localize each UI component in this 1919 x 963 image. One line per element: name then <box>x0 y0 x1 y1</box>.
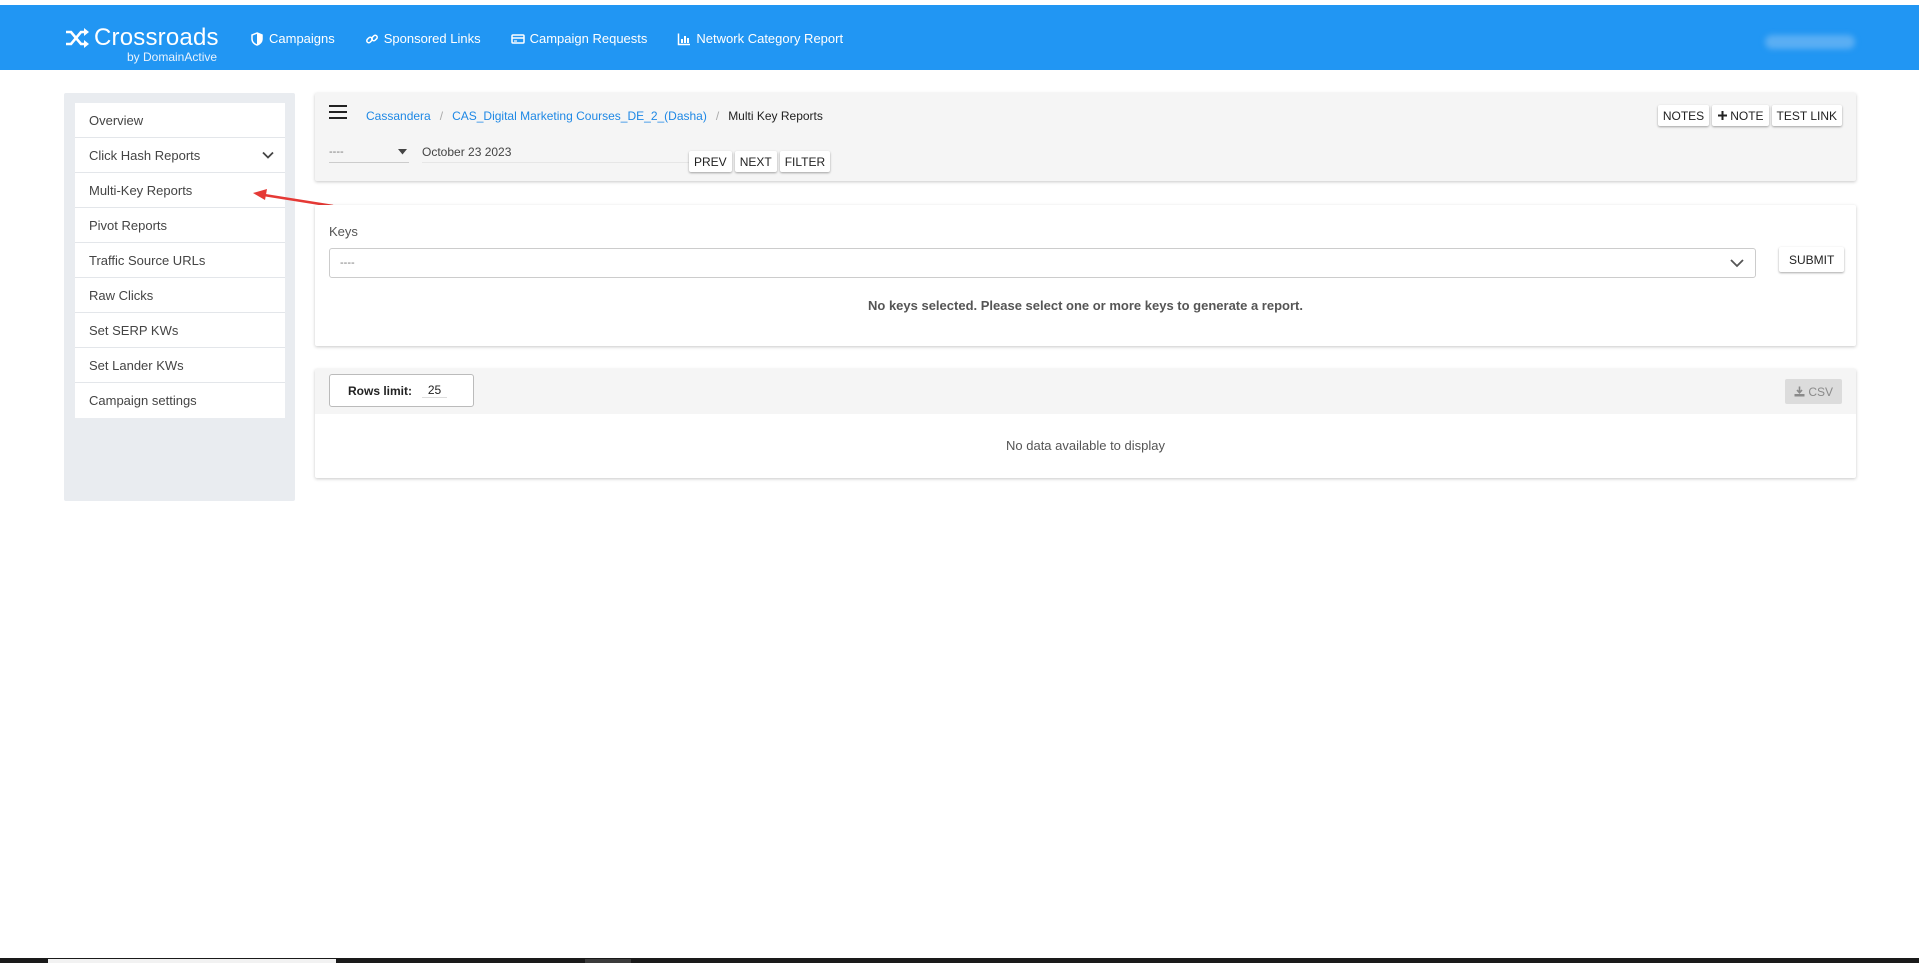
data-toolbar: Rows limit: 25 CSV <box>315 369 1856 414</box>
keys-label: Keys <box>329 224 358 239</box>
sidebar-item-set-serp-kws[interactable]: Set SERP KWs <box>75 313 285 348</box>
nav-campaign-requests-label: Campaign Requests <box>529 31 648 46</box>
rows-limit-control: Rows limit: 25 <box>329 374 474 407</box>
nav-campaigns[interactable]: Campaigns <box>250 31 335 46</box>
brand-logo[interactable]: Crossroads by DomainActive <box>64 24 219 64</box>
prev-button[interactable]: PREV <box>689 151 732 172</box>
sidebar-item-overview[interactable]: Overview <box>75 103 285 138</box>
breadcrumb: Cassandera / CAS_Digital Marketing Cours… <box>366 109 823 123</box>
chart-icon <box>678 33 691 45</box>
sidebar-item-click-hash-reports[interactable]: Click Hash Reports <box>75 138 285 173</box>
breadcrumb-separator: / <box>715 109 720 123</box>
breadcrumb-current-page: Multi Key Reports <box>728 109 823 123</box>
prev-button-label: PREV <box>694 154 727 169</box>
nav-network-category-report[interactable]: Network Category Report <box>677 31 843 46</box>
date-value: October 23 2023 <box>422 144 512 159</box>
sidebar-item-label: Set Lander KWs <box>89 357 184 373</box>
submit-button[interactable]: SUBMIT <box>1779 247 1845 272</box>
hamburger-menu-icon[interactable] <box>329 105 347 119</box>
date-navigation: PREV NEXT FILTER <box>686 151 831 172</box>
filter-select[interactable]: ---- <box>329 141 409 163</box>
notes-button[interactable]: NOTES <box>1657 105 1710 126</box>
report-header-card: Cassandera / CAS_Digital Marketing Cours… <box>315 93 1856 181</box>
breadcrumb-account-link[interactable]: Cassandera <box>366 109 431 123</box>
sidebar-item-label: Pivot Reports <box>89 217 168 233</box>
keys-select-value: ---- <box>340 257 355 269</box>
chevron-down-icon <box>262 151 274 159</box>
breadcrumb-campaign-link[interactable]: CAS_Digital Marketing Courses_DE_2_(Dash… <box>452 109 707 123</box>
plus-icon <box>1718 111 1728 120</box>
sidebar-item-label: Traffic Source URLs <box>89 252 206 268</box>
date-picker-field[interactable]: October 23 2023 <box>422 141 692 163</box>
sidebar-item-label: Click Hash Reports <box>89 147 201 163</box>
sidebar-item-traffic-source-urls[interactable]: Traffic Source URLs <box>75 243 285 278</box>
shuffle-icon <box>66 28 89 48</box>
add-note-button[interactable]: NOTE <box>1712 105 1769 126</box>
brand-subtitle: by DomainActive <box>127 50 218 64</box>
nav-campaign-requests[interactable]: Campaign Requests <box>510 31 648 46</box>
no-keys-message: No keys selected. Please select one or m… <box>868 298 1303 313</box>
filter-button[interactable]: FILTER <box>779 151 831 172</box>
header-actions: NOTES NOTE TEST LINK <box>1655 105 1842 126</box>
nav-campaigns-label: Campaigns <box>269 31 335 46</box>
download-icon <box>1794 386 1805 397</box>
user-menu[interactable] <box>1765 35 1855 49</box>
test-link-button-label: TEST LINK <box>1776 108 1837 123</box>
empty-data-message: No data available to display <box>1006 438 1165 453</box>
nav-sponsored-links[interactable]: Sponsored Links <box>365 31 481 46</box>
sidebar: Overview Click Hash Reports Multi-Key Re… <box>64 93 295 501</box>
nav-sponsored-links-label: Sponsored Links <box>383 31 481 46</box>
sidebar-item-set-lander-kws[interactable]: Set Lander KWs <box>75 348 285 383</box>
breadcrumb-separator: / <box>439 109 444 123</box>
taskbar-app-button[interactable] <box>585 959 631 963</box>
sidebar-item-label: Overview <box>89 112 144 128</box>
sidebar-menu: Overview Click Hash Reports Multi-Key Re… <box>75 103 285 418</box>
csv-export-button[interactable]: CSV <box>1785 379 1842 404</box>
test-link-button[interactable]: TEST LINK <box>1771 105 1842 126</box>
sidebar-item-label: Set SERP KWs <box>89 322 179 338</box>
next-button[interactable]: NEXT <box>734 151 777 172</box>
keys-card: Keys ---- SUBMIT No keys selected. Pleas… <box>315 205 1856 346</box>
keys-select[interactable]: ---- <box>329 248 1756 278</box>
sidebar-item-label: Raw Clicks <box>89 287 154 303</box>
nav-network-category-report-label: Network Category Report <box>696 31 844 46</box>
sidebar-item-label: Campaign settings <box>89 393 197 408</box>
next-button-label: NEXT <box>739 154 772 169</box>
chevron-down-icon <box>1730 259 1744 268</box>
add-note-button-label: NOTE <box>1730 108 1764 123</box>
link-icon <box>365 34 378 43</box>
os-taskbar <box>0 958 1919 963</box>
main-nav: Campaigns Sponsored Links Campaign Reque… <box>250 31 873 46</box>
report-data-card: Rows limit: 25 CSV No data available to … <box>315 369 1856 478</box>
rows-limit-label: Rows limit: <box>348 383 413 398</box>
submit-button-label: SUBMIT <box>1789 252 1835 267</box>
csv-export-label: CSV <box>1808 384 1833 399</box>
sidebar-item-label: Multi-Key Reports <box>89 182 193 198</box>
sidebar-item-raw-clicks[interactable]: Raw Clicks <box>75 278 285 313</box>
rows-limit-input[interactable]: 25 <box>422 383 448 398</box>
notes-button-label: NOTES <box>1662 108 1705 123</box>
brand-name: Crossroads <box>94 24 219 51</box>
filter-select-value: ---- <box>329 145 344 158</box>
sidebar-item-campaign-settings[interactable]: Campaign settings <box>75 383 285 418</box>
shield-icon <box>251 31 263 46</box>
card-icon <box>510 33 525 44</box>
filter-button-label: FILTER <box>784 154 826 169</box>
taskbar-search-box[interactable] <box>48 959 336 963</box>
top-navbar: Crossroads by DomainActive Campaigns Spo… <box>0 5 1919 70</box>
caret-down-icon <box>398 148 407 154</box>
